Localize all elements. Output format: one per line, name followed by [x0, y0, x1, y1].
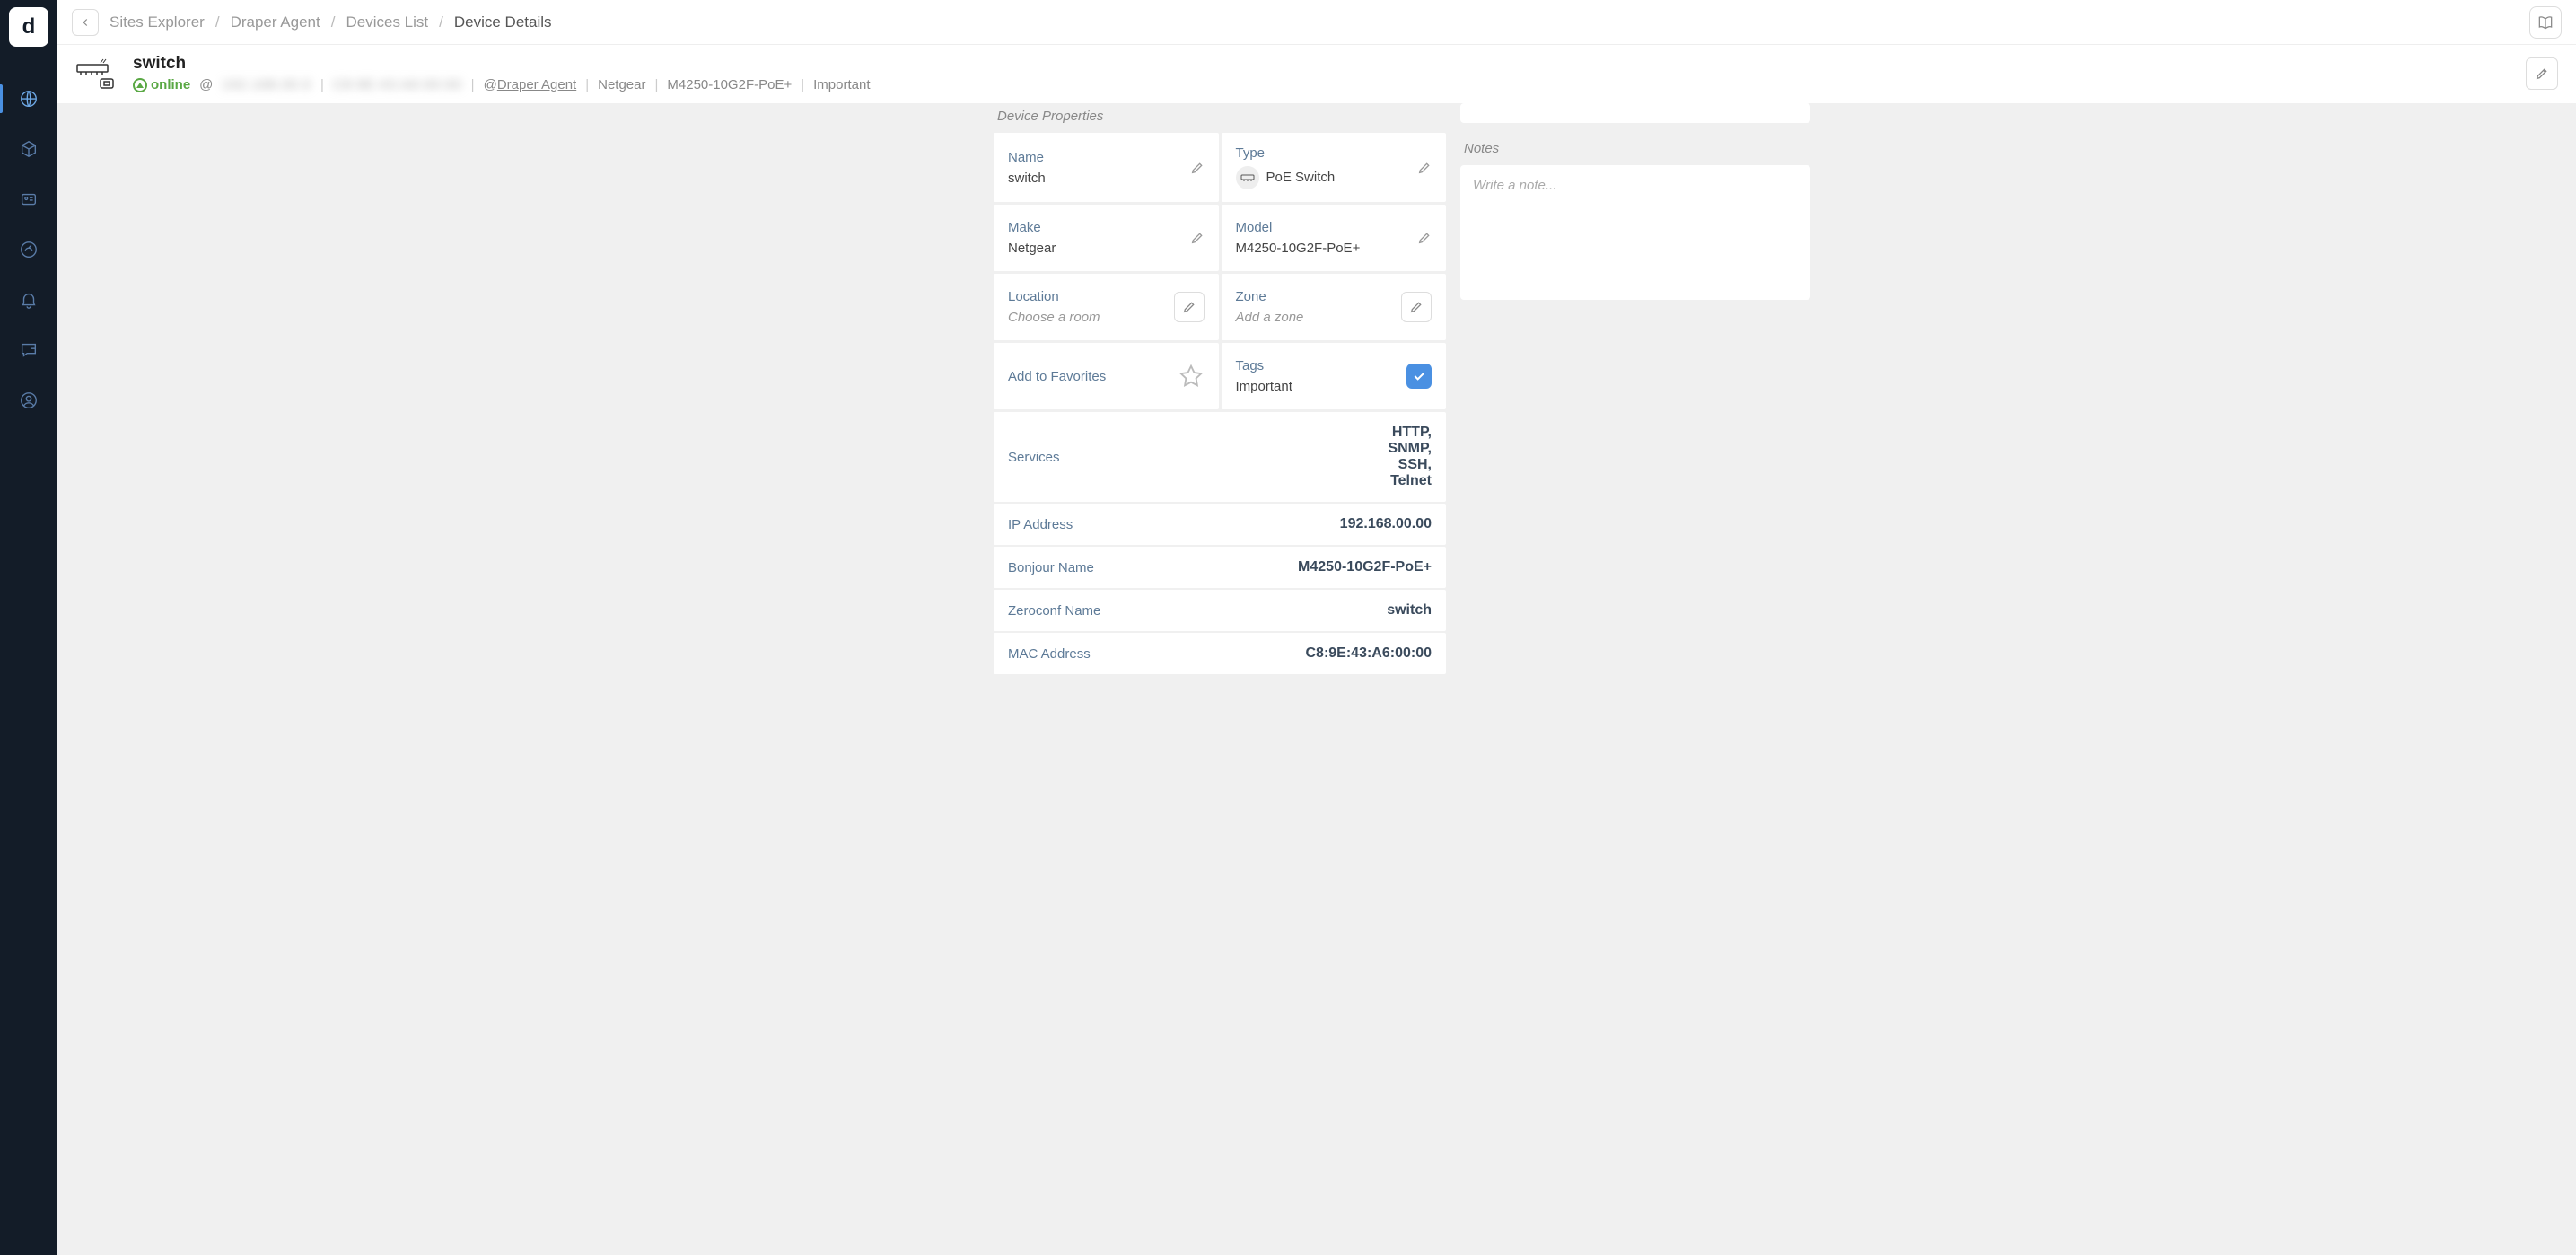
detail-zeroconf-label: Zeroconf Name	[1008, 603, 1100, 619]
crumb-devices-list[interactable]: Devices List	[346, 13, 428, 31]
meta-make: Netgear	[598, 77, 645, 92]
detail-zeroconf-row: Zeroconf Name switch	[994, 590, 1446, 631]
meta-at: @	[199, 77, 213, 92]
edit-header-button[interactable]	[2526, 57, 2558, 90]
detail-ip-row: IP Address 192.168.00.00	[994, 504, 1446, 545]
help-book-icon[interactable]	[2529, 6, 2562, 39]
meta-ip-blurred: 192.168.00.0	[222, 77, 311, 92]
property-location-label: Location	[1008, 289, 1174, 304]
section-heading-notes: Notes	[1464, 141, 1810, 156]
section-heading-properties: Device Properties	[997, 109, 1446, 124]
property-tags-value: Important	[1236, 379, 1407, 394]
meta-sep: |	[471, 77, 475, 92]
properties-grid: Name switch Type	[994, 133, 1446, 409]
back-button[interactable]	[72, 9, 99, 36]
edit-model-button[interactable]	[1417, 231, 1432, 245]
crumb-draper-agent[interactable]: Draper Agent	[231, 13, 320, 31]
meta-sep: |	[585, 77, 589, 92]
property-type-label: Type	[1236, 145, 1418, 161]
property-name-card: Name switch	[994, 133, 1219, 202]
detail-bonjour-value: M4250-10G2F-PoE+	[1298, 559, 1432, 575]
crumb-sep: /	[331, 13, 336, 31]
nav-cube-icon[interactable]	[0, 124, 57, 174]
favorite-star-icon[interactable]	[1178, 363, 1205, 390]
device-title: switch	[133, 54, 2511, 74]
property-tags-label: Tags	[1236, 358, 1407, 373]
detail-ip-label: IP Address	[1008, 517, 1073, 532]
property-zone-label: Zone	[1236, 289, 1402, 304]
nav-globe-icon[interactable]	[0, 74, 57, 124]
detail-list: Services HTTP, SNMP, SSH, Telnet IP Addr…	[994, 412, 1446, 674]
property-favorites-card[interactable]: Add to Favorites	[994, 343, 1219, 409]
meta-sep: |	[320, 77, 324, 92]
property-type-card: Type PoE Switch	[1222, 133, 1447, 202]
device-meta-row: online @ 192.168.00.0 | C8:9E:43:A6:00:0…	[133, 77, 2511, 92]
property-make-card: Make Netgear	[994, 205, 1219, 271]
meta-mac-blurred: C8:9E:43:A6:00:00	[333, 77, 462, 92]
notes-input[interactable]: Write a note...	[1460, 165, 1810, 300]
property-model-card: Model M4250-10G2F-PoE+	[1222, 205, 1447, 271]
device-switch-icon	[75, 56, 118, 92]
detail-mac-value: C8:9E:43:A6:00:00	[1305, 645, 1432, 662]
detail-bonjour-row: Bonjour Name M4250-10G2F-PoE+	[994, 547, 1446, 588]
crumb-current: Device Details	[454, 13, 552, 31]
edit-make-button[interactable]	[1190, 231, 1205, 245]
detail-zeroconf-value: switch	[1387, 602, 1432, 619]
nav-dashboard-icon[interactable]	[0, 224, 57, 275]
agent-prefix: @	[484, 77, 497, 92]
notes-placeholder: Write a note...	[1473, 178, 1798, 193]
meta-sep: |	[654, 77, 658, 92]
nav-bell-icon[interactable]	[0, 275, 57, 325]
nav-card-icon[interactable]	[0, 174, 57, 224]
detail-ip-value: 192.168.00.00	[1340, 516, 1432, 532]
app-logo[interactable]: d	[9, 7, 48, 47]
detail-mac-label: MAC Address	[1008, 646, 1091, 662]
detail-mac-row: MAC Address C8:9E:43:A6:00:00	[994, 633, 1446, 674]
status-text: online	[151, 77, 190, 92]
side-card-fragment	[1460, 103, 1810, 123]
topbar: Sites Explorer / Draper Agent / Devices …	[57, 0, 2576, 45]
meta-sep: |	[801, 77, 804, 92]
meta-tag: Important	[813, 77, 870, 92]
agent-link[interactable]: Draper Agent	[497, 77, 576, 92]
detail-services-value: HTTP, SNMP, SSH, Telnet	[1388, 425, 1432, 489]
property-zone-card: Zone Add a zone	[1222, 274, 1447, 340]
edit-location-button[interactable]	[1174, 292, 1205, 322]
meta-model: M4250-10G2F-PoE+	[667, 77, 792, 92]
crumb-sep: /	[215, 13, 220, 31]
property-tags-card: Tags Important	[1222, 343, 1447, 409]
detail-services-label: Services	[1008, 450, 1060, 465]
detail-services-row: Services HTTP, SNMP, SSH, Telnet	[994, 412, 1446, 502]
property-model-label: Model	[1236, 220, 1418, 235]
detail-bonjour-label: Bonjour Name	[1008, 560, 1094, 575]
property-location-card: Location Choose a room	[994, 274, 1219, 340]
edit-zone-button[interactable]	[1401, 292, 1432, 322]
nav-chat-icon[interactable]	[0, 325, 57, 375]
status-online-badge: online	[133, 77, 190, 92]
crumb-sep: /	[439, 13, 443, 31]
property-make-value: Netgear	[1008, 241, 1190, 256]
property-name-value: switch	[1008, 171, 1190, 186]
tags-check-badge[interactable]	[1406, 364, 1432, 389]
online-dot-icon	[133, 78, 147, 92]
property-model-value: M4250-10G2F-PoE+	[1236, 241, 1418, 256]
crumb-sites-explorer[interactable]: Sites Explorer	[110, 13, 205, 31]
device-header: switch online @ 192.168.00.0 | C8:9E:43:…	[57, 45, 2576, 103]
nav-user-icon[interactable]	[0, 375, 57, 426]
edit-type-button[interactable]	[1417, 161, 1432, 175]
edit-name-button[interactable]	[1190, 161, 1205, 175]
breadcrumb: Sites Explorer / Draper Agent / Devices …	[110, 13, 552, 31]
property-favorites-label: Add to Favorites	[1008, 369, 1178, 384]
property-location-placeholder: Choose a room	[1008, 310, 1174, 325]
sidebar: d	[0, 0, 57, 1255]
property-zone-placeholder: Add a zone	[1236, 310, 1402, 325]
property-type-value: PoE Switch	[1266, 170, 1336, 185]
poe-switch-icon	[1236, 166, 1259, 189]
property-name-label: Name	[1008, 150, 1190, 165]
property-make-label: Make	[1008, 220, 1190, 235]
